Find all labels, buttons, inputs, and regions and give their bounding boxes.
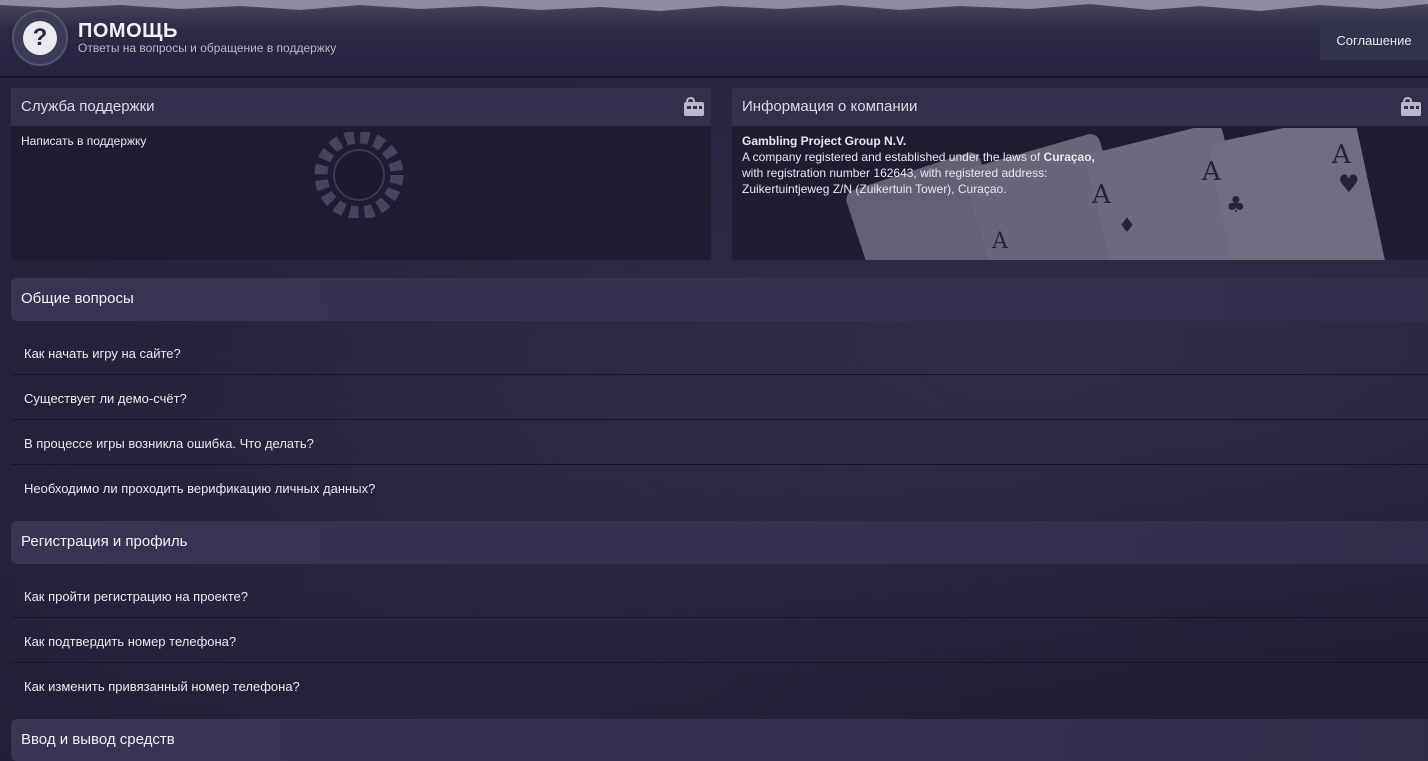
svg-text:♦: ♦ <box>1118 213 1136 237</box>
mountain-ridge-decoration <box>0 0 1428 11</box>
company-line-2: with registration number 162643, with re… <box>742 166 1048 180</box>
chat-icon[interactable] <box>683 97 705 117</box>
page-title: ПОМОЩЬ <box>78 20 178 42</box>
faq-item[interactable]: Как начать игру на сайте? <box>11 330 1428 375</box>
write-to-support-link[interactable]: Написать в поддержку <box>21 134 146 148</box>
faq-item[interactable]: Необходимо ли проходить верификацию личн… <box>11 465 1428 510</box>
section-header-general[interactable]: Общие вопросы <box>11 278 1428 321</box>
support-panel-title: Служба поддержки <box>21 98 155 115</box>
company-panel-header: Информация о компании <box>732 88 1428 126</box>
svg-text:A: A <box>1331 140 1352 170</box>
svg-text:♣: ♣ <box>1226 193 1246 218</box>
section-header-registration[interactable]: Регистрация и профиль <box>11 521 1428 564</box>
question-mark-icon: ? <box>23 21 57 55</box>
svg-text:A: A <box>1201 157 1222 187</box>
company-panel-title: Информация о компании <box>742 98 918 115</box>
faq-item[interactable]: В процессе игры возникла ошибка. Что дел… <box>11 420 1428 465</box>
support-panel: Служба поддержки Написать в поддержку <box>11 88 711 260</box>
faq-item[interactable]: Как изменить привязанный номер телефона? <box>11 663 1428 708</box>
casino-chip-decoration <box>314 132 404 218</box>
svg-text:♥: ♥ <box>1338 170 1360 198</box>
company-jurisdiction: Curaçao, <box>1043 150 1095 164</box>
faq-item[interactable]: Как подтвердить номер телефона? <box>11 618 1428 663</box>
building-icon[interactable] <box>1400 97 1422 117</box>
company-info-panel: Информация о компании A A A A ♦ ♣ ♥ Gamb… <box>732 88 1428 260</box>
page-header: ? ПОМОЩЬ Ответы на вопросы и обращение в… <box>0 0 1428 78</box>
company-line-1: A company registered and established und… <box>742 150 1095 164</box>
company-details: Gambling Project Group N.V. A company re… <box>742 133 1095 197</box>
agreement-button[interactable]: Соглашение <box>1320 20 1428 60</box>
section-header-payments[interactable]: Ввод и вывод средств <box>11 719 1428 761</box>
faq-item[interactable]: Как пройти регистрацию на проекте? <box>11 573 1428 618</box>
svg-text:A: A <box>991 229 1009 254</box>
page-subtitle: Ответы на вопросы и обращение в поддержк… <box>78 41 337 55</box>
support-panel-header: Служба поддержки <box>11 88 711 126</box>
help-icon: ? <box>12 10 68 66</box>
company-name: Gambling Project Group N.V. <box>742 134 907 148</box>
faq-item[interactable]: Существует ли демо-счёт? <box>11 375 1428 420</box>
company-line-3: Zuikertuintjeweg Z/N (Zuikertuin Tower),… <box>742 182 1007 196</box>
